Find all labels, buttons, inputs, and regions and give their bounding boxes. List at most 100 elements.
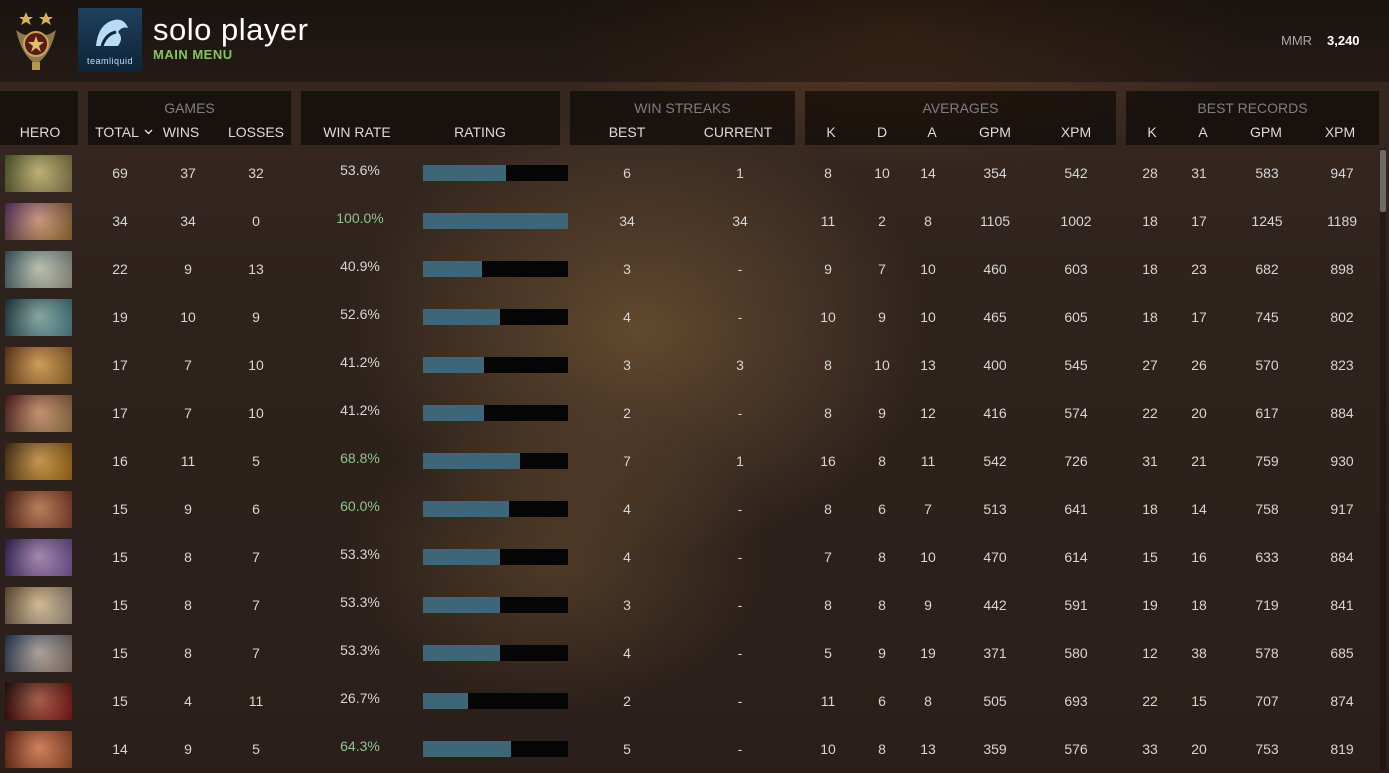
main-menu-link[interactable]: MAIN MENU [153,47,233,62]
hero-portrait[interactable] [5,251,72,288]
col-avg-xpm[interactable]: XPM [1051,124,1101,140]
row-avg-assists: 19 [920,645,936,661]
hero-portrait[interactable] [5,587,72,624]
row-best-assists: 31 [1191,165,1207,181]
rating-bar-fill [423,597,500,613]
table-row[interactable]: 15 8 7 4 - 7 8 10 470 614 15 16 633 884 53.3% [0,533,1375,581]
table-row[interactable]: 69 37 32 6 1 8 10 14 354 542 28 31 583 947 53.6% [0,149,1375,197]
col-hero[interactable]: HERO [0,124,80,140]
row-avg-assists: 13 [920,741,936,757]
row-avg-gpm: 465 [983,309,1007,325]
mmr-label: MMR [1281,33,1313,48]
row-best-gpm: 617 [1255,405,1279,421]
portrait-shade [5,539,72,576]
scrollbar-track[interactable] [1380,148,1386,770]
rating-bar-fill [423,405,484,421]
row-current-streak: - [737,693,743,709]
table-row[interactable]: 15 8 7 4 - 5 9 19 371 580 12 38 578 685 53.3% [0,629,1375,677]
col-rating[interactable]: RATING [440,124,520,140]
row-best-streak: 6 [623,165,631,181]
row-avg-xpm: 542 [1064,165,1088,181]
hero-portrait[interactable] [5,731,72,768]
scrollbar-thumb[interactable] [1380,150,1386,212]
row-best-kills: 18 [1142,213,1158,229]
table-row[interactable]: 16 11 5 7 1 16 8 11 542 726 31 21 759 930 68.8% [0,437,1375,485]
row-wins: 9 [184,741,192,757]
col-avg-assists[interactable]: A [917,124,947,140]
row-avg-deaths: 7 [878,261,886,277]
row-avg-assists: 9 [924,597,932,613]
col-best-assists[interactable]: A [1188,124,1218,140]
col-avg-gpm[interactable]: GPM [972,124,1018,140]
table-row[interactable]: 19 10 9 4 - 10 9 10 465 605 18 17 745 802 52.6% [0,293,1375,341]
row-best-kills: 18 [1142,501,1158,517]
horse-logo-icon [96,19,128,47]
row-win-rate: 68.8% [340,450,380,466]
hero-portrait[interactable] [5,491,72,528]
hero-portrait[interactable] [5,539,72,576]
table-row[interactable]: 17 7 10 3 3 8 10 13 400 545 27 26 570 823 41.2% [0,341,1375,389]
table-row[interactable]: 34 34 0 34 34 11 2 8 1105 1002 18 17 1245 1189 100.0% [0,197,1375,245]
row-current-streak: - [737,645,743,661]
table-row[interactable]: 22 9 13 3 - 9 7 10 460 603 18 23 682 898 40.9% [0,245,1375,293]
row-losses: 5 [252,453,260,469]
col-losses[interactable]: LOSSES [220,124,292,140]
row-avg-assists: 10 [920,549,936,565]
row-win-rate: 40.9% [340,258,380,274]
col-total[interactable]: TOTAL [92,124,142,140]
row-total: 14 [112,741,128,757]
row-avg-deaths: 2 [878,213,886,229]
table-row[interactable]: 15 4 11 2 - 11 6 8 505 693 22 15 707 874 26.7% [0,677,1375,725]
hero-portrait[interactable] [5,683,72,720]
hero-portrait[interactable] [5,203,72,240]
row-best-gpm: 753 [1255,741,1279,757]
row-win-rate: 64.3% [340,738,380,754]
row-best-gpm: 583 [1255,165,1279,181]
col-best-kills[interactable]: K [1137,124,1167,140]
row-best-xpm: 685 [1330,645,1354,661]
row-avg-kills: 8 [824,357,832,373]
hero-portrait[interactable] [5,395,72,432]
row-avg-deaths: 8 [878,453,886,469]
row-win-rate: 41.2% [340,402,380,418]
rating-bar-fill [423,357,484,373]
row-avg-xpm: 574 [1064,405,1088,421]
hero-portrait[interactable] [5,635,72,672]
col-current-streak[interactable]: CURRENT [698,124,778,140]
col-wins[interactable]: WINS [156,124,206,140]
col-avg-kills[interactable]: K [816,124,846,140]
portrait-shade [5,203,72,240]
rating-bar-fill [423,693,468,709]
row-avg-assists: 8 [924,213,932,229]
row-avg-xpm: 693 [1064,693,1088,709]
hero-portrait[interactable] [5,443,72,480]
hero-portrait[interactable] [5,155,72,192]
rating-bar-fill [423,165,506,181]
row-best-gpm: 759 [1255,453,1279,469]
row-avg-deaths: 6 [878,501,886,517]
row-losses: 32 [248,165,264,181]
col-avg-deaths[interactable]: D [867,124,897,140]
row-wins: 9 [184,261,192,277]
hero-portrait[interactable] [5,347,72,384]
col-best-streak[interactable]: BEST [597,124,657,140]
row-avg-assists: 10 [920,309,936,325]
games-group-label: GAMES [164,100,215,116]
col-best-xpm[interactable]: XPM [1315,124,1365,140]
col-win-rate[interactable]: WIN RATE [312,124,402,140]
table-row[interactable]: 17 7 10 2 - 8 9 12 416 574 22 20 617 884 41.2% [0,389,1375,437]
row-total: 15 [112,693,128,709]
table-row[interactable]: 15 9 6 4 - 8 6 7 513 641 18 14 758 917 60.0% [0,485,1375,533]
row-best-streak: 4 [623,501,631,517]
table-row[interactable]: 15 8 7 3 - 8 8 9 442 591 19 18 719 841 53.3% [0,581,1375,629]
rating-bar [423,357,568,373]
row-best-assists: 21 [1191,453,1207,469]
rating-bar [423,597,568,613]
row-current-streak: 34 [732,213,748,229]
col-best-gpm[interactable]: GPM [1243,124,1289,140]
hero-portrait[interactable] [5,299,72,336]
table-row[interactable]: 14 9 5 5 - 10 8 13 359 576 33 20 753 819 64.3% [0,725,1375,773]
rating-bar [423,261,568,277]
rating-bar [423,405,568,421]
row-avg-kills: 7 [824,549,832,565]
